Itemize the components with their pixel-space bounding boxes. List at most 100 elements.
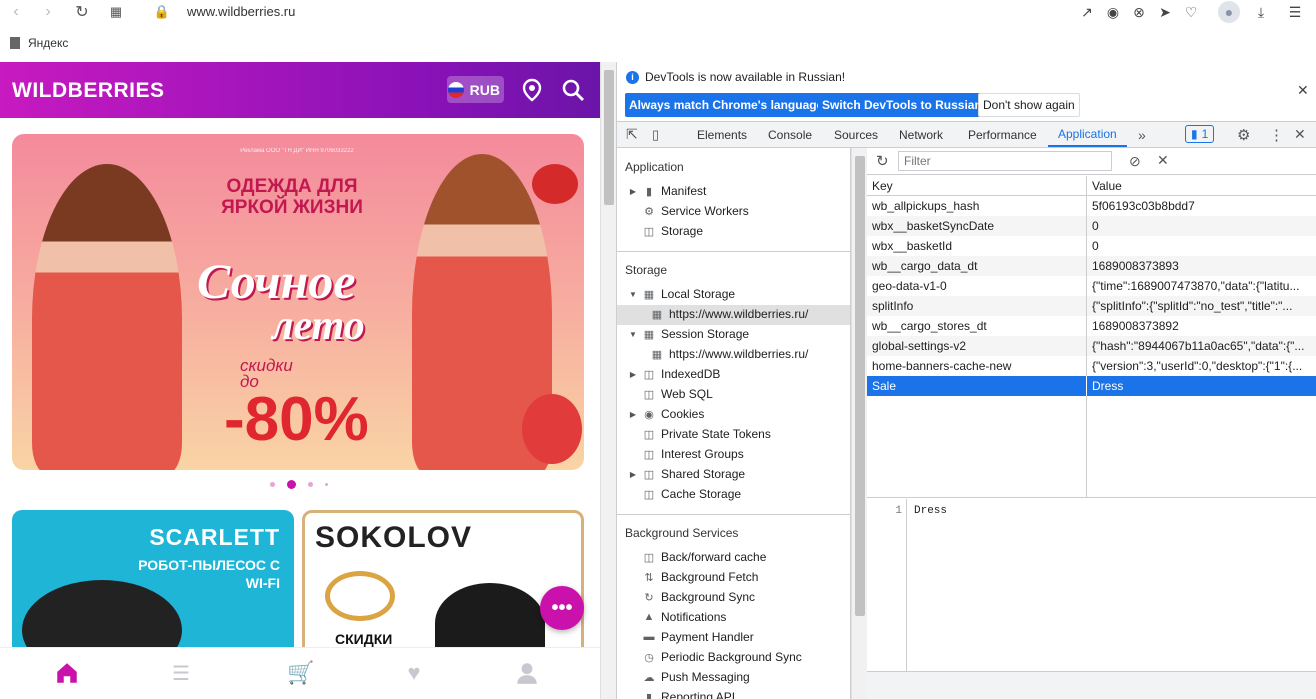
sidebar-item-background-fetch[interactable]: ⇅ Background Fetch xyxy=(629,570,758,584)
table-row[interactable]: wb_allpickups_hash 5f06193c03b8bdd7 xyxy=(867,196,1316,216)
promo-card-scarlett[interactable]: SCARLETT РОБОТ-ПЫЛЕСОС С WI-FI xyxy=(12,510,294,650)
sidebar-item-interest-groups[interactable]: ◫ Interest Groups xyxy=(629,447,744,461)
page-scroll-thumb[interactable] xyxy=(604,70,614,205)
address-bar[interactable]: www.wildberries.ru xyxy=(187,4,295,19)
sidebar-item-notifications[interactable]: ▲ Notifications xyxy=(629,610,727,624)
sidebar-item-local-storage[interactable]: ▼ ▦ Local Storage xyxy=(629,287,735,301)
sidebar-item-indexeddb[interactable]: ▶ ◫ IndexedDB xyxy=(629,367,720,381)
promo-banner[interactable]: Реклама ООО "ТН ДИ" ИНН 9706033222 ОДЕЖД… xyxy=(12,134,584,470)
sidebar-item-local-origin[interactable]: ▦ https://www.wildberries.ru/ xyxy=(651,307,809,321)
sidebar-item-private-state-tokens[interactable]: ◫ Private State Tokens xyxy=(629,427,771,441)
row-key: geo-data-v1-0 xyxy=(872,279,947,293)
switch-language-button[interactable]: Switch DevTools to Russian xyxy=(818,93,986,117)
filter-input[interactable] xyxy=(898,151,1112,171)
sidebar-item-payment-handler[interactable]: ▬ Payment Handler xyxy=(629,630,754,644)
sidebar-item-cache-storage[interactable]: ◫ Cache Storage xyxy=(629,487,741,501)
carousel-dot[interactable] xyxy=(325,483,328,486)
back-icon[interactable]: ‹ xyxy=(6,2,26,22)
preview-text[interactable]: Dress xyxy=(914,505,947,517)
tab-elements[interactable]: Elements xyxy=(697,122,747,147)
sidebar-item-storage[interactable]: ◫ Storage xyxy=(629,224,703,238)
sidebar-item-shared-storage[interactable]: ▶ ◫ Shared Storage xyxy=(629,467,745,481)
chat-button[interactable]: ••• xyxy=(540,586,584,630)
bookmark-yandex[interactable]: Яндекс xyxy=(28,36,68,50)
sidebar-item-websql[interactable]: ◫ Web SQL xyxy=(629,387,713,401)
tabs-grid-icon[interactable]: ▦ xyxy=(106,2,126,22)
sidebar-item-session-origin[interactable]: ▦ https://www.wildberries.ru/ xyxy=(651,347,809,361)
send-icon[interactable]: ➤ xyxy=(1156,3,1174,21)
delete-selected-icon[interactable]: ✕ xyxy=(1157,152,1169,169)
table-row[interactable]: wb__cargo_data_dt 1689008373893 xyxy=(867,256,1316,276)
table-row[interactable]: wbx__basketSyncDate 0 xyxy=(867,216,1316,236)
sidebar-item-cookies[interactable]: ▶ ◉ Cookies xyxy=(629,407,704,421)
table-row[interactable]: splitInfo {"splitInfo":{"splitId":"no_tes… xyxy=(867,296,1316,316)
table-row[interactable]: wb__cargo_stores_dt 1689008373892 xyxy=(867,316,1316,336)
tab-sources[interactable]: Sources xyxy=(834,122,878,147)
close-infobar-icon[interactable]: ✕ xyxy=(1297,82,1309,99)
grid-icon: ▦ xyxy=(643,328,655,341)
sidebar-item-periodic-sync[interactable]: ◷ Periodic Background Sync xyxy=(629,650,802,664)
kebab-menu-icon[interactable]: ⋮ xyxy=(1269,122,1284,147)
database-icon: ◫ xyxy=(643,551,655,564)
forward-icon[interactable]: › xyxy=(38,2,58,22)
table-row-selected[interactable]: Sale Dress xyxy=(867,376,1316,396)
cart-icon[interactable]: 🛒 xyxy=(287,660,314,686)
site-logo[interactable]: WILDBERRIES xyxy=(12,79,165,103)
sidebar-item-manifest[interactable]: ▶ ▮ Manifest xyxy=(629,184,706,198)
sidebar-item-bfcache[interactable]: ◫ Back/forward cache xyxy=(629,550,767,564)
row-value: Dress xyxy=(1086,376,1316,396)
match-language-button[interactable]: Always match Chrome's language xyxy=(625,93,828,117)
more-tabs-icon[interactable]: » xyxy=(1138,122,1146,147)
page-scrollbar[interactable] xyxy=(600,62,616,699)
carousel-dot[interactable] xyxy=(270,482,275,487)
sidebar-item-service-workers[interactable]: ⚙ Service Workers xyxy=(629,204,749,218)
sidebar-item-push-messaging[interactable]: ☁ Push Messaging xyxy=(629,670,750,684)
tab-network[interactable]: Network xyxy=(899,122,943,147)
dont-show-again-button[interactable]: Don't show again xyxy=(978,93,1080,117)
column-key-header[interactable]: Key xyxy=(867,176,1086,196)
sidebar-item-background-sync[interactable]: ↻ Background Sync xyxy=(629,590,755,604)
favorites-heart-icon[interactable]: ♥ xyxy=(401,660,427,686)
tab-performance[interactable]: Performance xyxy=(968,122,1037,147)
sidebar-scrollbar[interactable] xyxy=(851,148,867,699)
table-row[interactable]: home-banners-cache-new {"version":3,"user… xyxy=(867,356,1316,376)
heart-icon[interactable]: ♡ xyxy=(1182,3,1200,21)
reload-icon[interactable]: ↻ xyxy=(72,2,92,22)
currency-button[interactable]: RUB xyxy=(447,76,504,103)
profile-icon[interactable]: ● xyxy=(1218,1,1240,23)
tab-console[interactable]: Console xyxy=(768,122,812,147)
model-image xyxy=(435,583,545,647)
menu-icon[interactable]: ☰ xyxy=(1286,3,1304,21)
clear-all-icon[interactable]: ⊘ xyxy=(1129,153,1141,170)
sidebar-item-session-storage[interactable]: ▼ ▦ Session Storage xyxy=(629,327,749,341)
sync-icon: ↻ xyxy=(644,591,654,604)
refresh-icon[interactable]: ↻ xyxy=(876,152,889,170)
sidebar-item-reporting-api[interactable]: ▮ Reporting API xyxy=(629,690,735,699)
camera-icon[interactable]: ◉ xyxy=(1104,3,1122,21)
location-icon[interactable] xyxy=(521,78,543,102)
download-icon[interactable]: ⤓ xyxy=(1252,3,1270,21)
carousel-dot[interactable] xyxy=(308,482,313,487)
device-toolbar-icon[interactable]: ▯ xyxy=(652,122,659,147)
banner-legal-text: Реклама ООО "ТН ДИ" ИНН 9706033222 xyxy=(240,148,354,154)
table-row[interactable]: global-settings-v2 {"hash":"8944067b11a0a… xyxy=(867,336,1316,356)
catalog-search-icon[interactable]: ☰ xyxy=(168,660,194,686)
promo-card-sokolov[interactable]: SOKOLOV СКИДКИ xyxy=(302,510,584,650)
share-icon[interactable]: ↗ xyxy=(1078,3,1096,21)
inspect-element-icon[interactable]: ⇱ xyxy=(626,122,638,147)
tab-application[interactable]: Application xyxy=(1048,122,1127,147)
sidebar-scroll-thumb[interactable] xyxy=(855,156,865,616)
search-icon[interactable] xyxy=(561,78,585,102)
table-row[interactable]: wbx__basketId 0 xyxy=(867,236,1316,256)
close-devtools-icon[interactable]: ✕ xyxy=(1294,122,1306,147)
grid-icon: ▦ xyxy=(651,308,663,321)
column-value-header[interactable]: Value xyxy=(1086,176,1316,196)
block-icon[interactable]: ⊗ xyxy=(1130,3,1148,21)
value-preview: 1 Dress xyxy=(867,499,1316,671)
table-row[interactable]: geo-data-v1-0 {"time":1689007473870,"data… xyxy=(867,276,1316,296)
home-icon[interactable] xyxy=(54,660,80,686)
profile-icon[interactable] xyxy=(514,660,540,686)
issues-badge[interactable]: ▮ 1 xyxy=(1185,125,1215,143)
carousel-dot-active[interactable] xyxy=(287,480,296,489)
settings-gear-icon[interactable]: ⚙ xyxy=(1237,122,1250,147)
